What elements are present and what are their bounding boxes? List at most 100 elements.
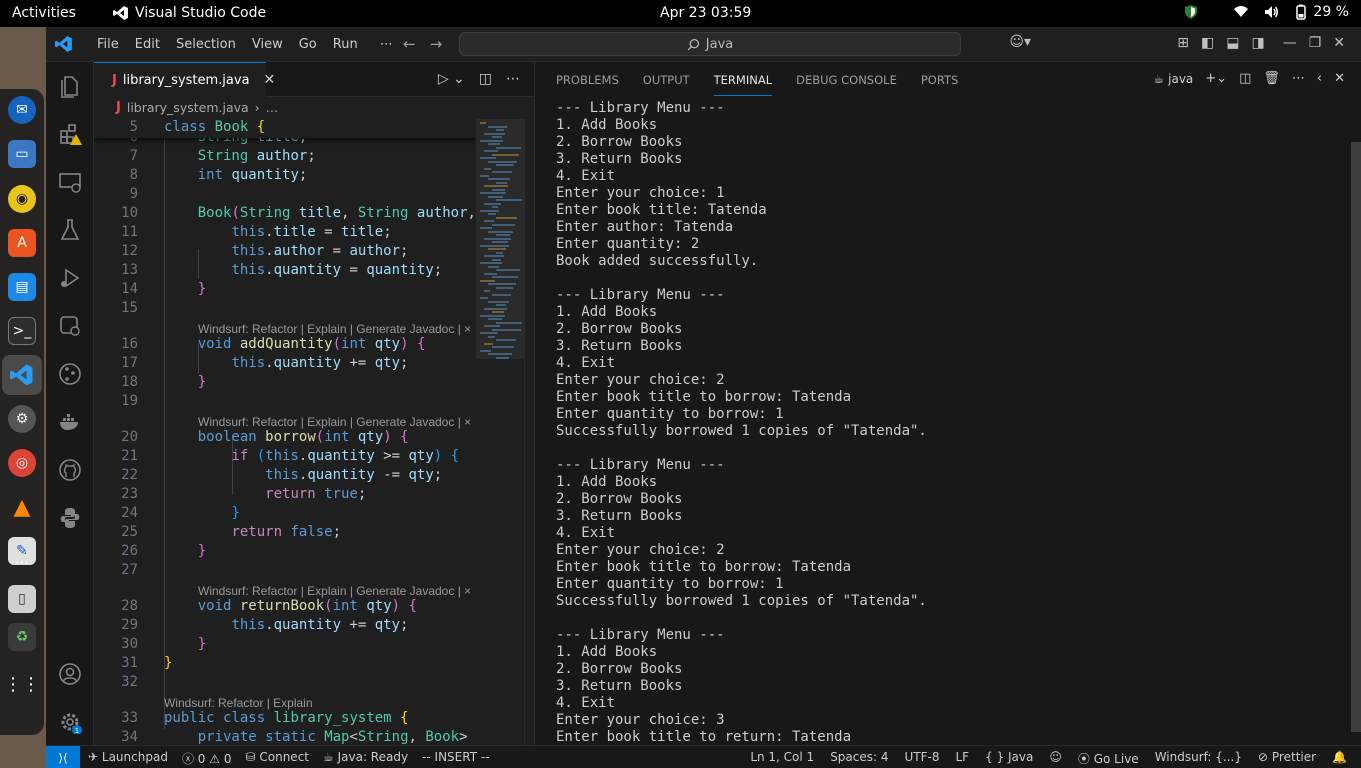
explorer-icon[interactable] xyxy=(58,74,82,98)
docker-icon[interactable] xyxy=(58,410,82,434)
extensions-warning-icon[interactable] xyxy=(58,122,82,146)
run-debug-icon[interactable] xyxy=(58,266,82,290)
connect-item[interactable]: ⛁ Connect xyxy=(245,750,309,767)
dock-more-icon[interactable]: ⋯ xyxy=(10,555,34,571)
tab-terminal[interactable]: TERMINAL xyxy=(713,64,773,96)
new-terminal-icon[interactable]: +⌄ xyxy=(1205,71,1227,86)
code-line[interactable]: } xyxy=(164,543,206,559)
git-graph-icon[interactable] xyxy=(58,362,82,386)
libreoffice-writer-icon[interactable]: ▤ xyxy=(8,273,36,301)
trash-icon[interactable]: ♻ xyxy=(8,623,36,651)
collapse-panel-icon[interactable]: ‹ xyxy=(1317,71,1322,86)
split-editor-icon[interactable]: ◫ xyxy=(479,71,492,87)
minimize-icon[interactable]: — xyxy=(1283,35,1297,51)
indentation[interactable]: Spaces: 4 xyxy=(830,750,888,767)
codelens[interactable]: Windsurf: Refactor | Explain | Generate … xyxy=(198,584,471,598)
code-line[interactable]: this.author = author; xyxy=(164,243,408,259)
toggle-secondary-sidebar-icon[interactable]: ◨ xyxy=(1251,35,1264,51)
editor-tab-library-system[interactable]: J library_system.java ✕ xyxy=(94,62,275,97)
end-of-line[interactable]: LF xyxy=(955,750,969,767)
breadcrumb-more[interactable]: … xyxy=(266,100,279,115)
python-icon[interactable] xyxy=(58,506,82,530)
window-close-icon[interactable]: ✕ xyxy=(1333,35,1345,51)
menu-file[interactable]: File xyxy=(89,37,127,52)
forward-arrow-icon[interactable]: → xyxy=(430,35,443,53)
github-icon[interactable] xyxy=(58,458,82,482)
terminal-output[interactable]: --- Library Menu --- 1. Add Books 2. Borro… xyxy=(556,100,1346,745)
code-line[interactable]: boolean borrow(int qty) { xyxy=(164,429,409,445)
usb-drive-icon[interactable]: ▯ xyxy=(8,585,36,613)
terminal-scrollbar[interactable] xyxy=(1349,100,1361,732)
terminal-java-selector[interactable]: ☕ java xyxy=(1153,72,1193,86)
wifi-icon[interactable] xyxy=(1233,4,1249,20)
clock[interactable]: Apr 23 03:59 xyxy=(660,5,751,21)
remote-indicator-icon[interactable]: ⟩⟨ xyxy=(46,746,80,768)
code-line[interactable]: this.quantity += qty; xyxy=(164,355,408,371)
code-line[interactable]: } xyxy=(164,655,172,671)
launchpad-item[interactable]: ✈ Launchpad xyxy=(88,750,168,767)
tab-ports[interactable]: PORTS xyxy=(921,73,958,87)
customize-layout-icon[interactable]: ⊞ xyxy=(1177,35,1189,51)
app-center-icon[interactable]: A xyxy=(8,229,36,257)
manage-gear-icon[interactable]: 1 xyxy=(58,710,82,734)
volume-icon[interactable] xyxy=(1263,4,1279,20)
activities-button[interactable]: Activities xyxy=(12,5,76,21)
back-arrow-icon[interactable]: ← xyxy=(403,35,416,53)
java-status-item[interactable]: ☕ Java: Ready xyxy=(323,750,408,767)
tab-problems[interactable]: PROBLEMS xyxy=(556,73,619,87)
restore-icon[interactable]: ❐ xyxy=(1309,35,1322,51)
code-line[interactable]: } xyxy=(164,281,206,297)
copilot-icon[interactable]: ☺▾ xyxy=(1009,34,1031,50)
code-line[interactable]: void addQuantity(int qty) { xyxy=(164,336,426,352)
encoding[interactable]: UTF-8 xyxy=(905,750,940,767)
language-mode[interactable]: { } Java xyxy=(985,750,1033,767)
windsurf-status[interactable]: Windsurf: {...} xyxy=(1155,750,1242,767)
account-icon[interactable] xyxy=(58,662,82,686)
show-apps-icon[interactable]: ⋮⋮ xyxy=(4,670,40,698)
close-icon[interactable]: ✕ xyxy=(264,72,276,88)
tab-debug-console[interactable]: DEBUG CONSOLE xyxy=(796,73,897,87)
app-menu[interactable]: Visual Studio Code xyxy=(113,5,266,21)
terminal-more-icon[interactable]: ⋯ xyxy=(1292,71,1305,86)
minimap[interactable] xyxy=(476,119,524,745)
breadcrumb-file[interactable]: library_system.java xyxy=(127,100,249,115)
more-actions-icon[interactable]: ⋯ xyxy=(506,71,520,87)
shield-icon[interactable] xyxy=(1183,4,1199,20)
code-line[interactable]: } xyxy=(164,636,206,652)
notifications-bell-icon[interactable]: 🔔 xyxy=(1332,750,1347,767)
thunderbird-icon[interactable]: ✉ xyxy=(8,96,36,124)
code-line[interactable]: this.quantity -= qty; xyxy=(164,467,442,483)
chrome-icon[interactable]: ◎ xyxy=(8,449,36,477)
code-line[interactable]: if (this.quantity >= qty) { xyxy=(164,448,459,464)
editor-scrollbar[interactable] xyxy=(524,119,534,745)
kill-terminal-trash-icon[interactable]: 🗑 xyxy=(1263,71,1280,86)
menu-edit[interactable]: Edit xyxy=(127,37,168,52)
code-line[interactable]: this.title = title; xyxy=(164,224,391,240)
code-line[interactable]: } xyxy=(164,505,239,521)
codelens[interactable]: Windsurf: Refactor | Explain xyxy=(164,696,313,710)
menu-view[interactable]: View xyxy=(244,37,291,52)
code-line[interactable]: this.quantity += qty; xyxy=(164,617,408,633)
menu-go[interactable]: Go xyxy=(291,37,325,52)
menu-selection[interactable]: Selection xyxy=(168,37,244,52)
problems-item[interactable]: ⓧ 0 ⚠ 0 xyxy=(182,750,232,767)
terminal-scrollbar-thumb[interactable] xyxy=(1351,142,1361,732)
toggle-panel-icon[interactable]: ⬓ xyxy=(1226,35,1239,51)
source-control-graph-icon[interactable] xyxy=(58,314,82,338)
code-line[interactable]: private static Map<String, Book> xyxy=(164,729,468,745)
testing-flask-icon[interactable] xyxy=(58,218,82,242)
split-terminal-icon[interactable]: ◫ xyxy=(1239,71,1251,86)
code-line[interactable]: String author; xyxy=(164,148,316,164)
code-line[interactable]: Book(String title, String author, xyxy=(164,205,476,221)
rhythmbox-icon[interactable]: ◉ xyxy=(8,185,36,213)
copilot-status-icon[interactable]: ☺ xyxy=(1049,750,1062,767)
prettier-item[interactable]: ⊘ Prettier xyxy=(1258,750,1316,767)
codelens[interactable]: Windsurf: Refactor | Explain | Generate … xyxy=(198,322,471,336)
golive-item[interactable]: ⦿ Go Live xyxy=(1078,750,1139,767)
close-panel-icon[interactable]: ✕ xyxy=(1334,71,1345,86)
system-tray[interactable]: 29 % xyxy=(1183,4,1349,20)
code-line[interactable]: return false; xyxy=(164,524,341,540)
remote-explorer-icon[interactable] xyxy=(58,170,82,194)
toggle-primary-sidebar-icon[interactable]: ◧ xyxy=(1201,35,1214,51)
tab-output[interactable]: OUTPUT xyxy=(643,73,690,87)
